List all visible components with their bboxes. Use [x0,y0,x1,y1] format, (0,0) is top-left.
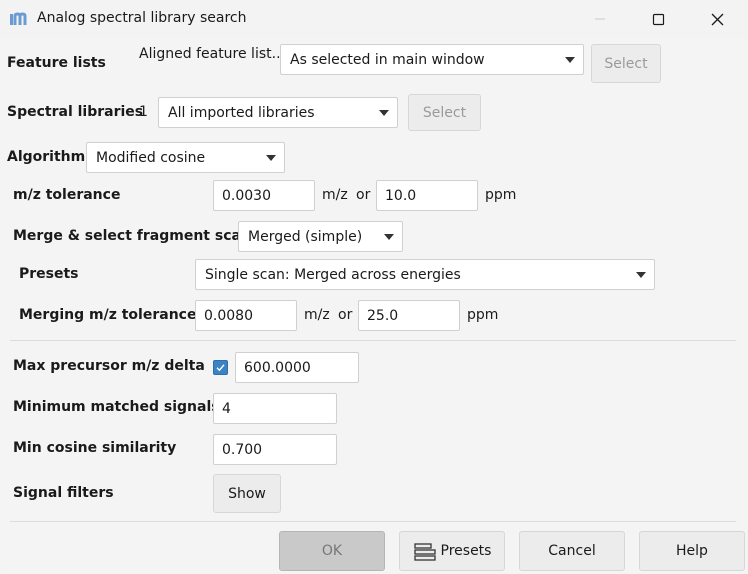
app-logo-icon [9,9,31,29]
chevron-down-icon [384,233,394,240]
merge-fragment-scans-label: Merge & select fragment scans [13,228,260,244]
ok-button[interactable]: OK [279,531,385,571]
presets-list-icon [413,543,436,561]
presets-label: Presets [19,266,79,282]
merging-ppm-field[interactable]: 25.0 [358,300,460,331]
spectral-libraries-count: 1 [139,104,148,120]
chevron-down-icon [379,109,389,116]
algorithm-combo-value: Modified cosine [96,149,206,166]
min-matched-signals-field[interactable]: 4 [213,393,337,424]
close-icon [711,13,723,25]
maximize-button[interactable] [635,0,681,38]
help-button[interactable]: Help [639,531,745,571]
presets-button-label: Presets [440,543,492,559]
spectral-libraries-combo-value: All imported libraries [168,104,315,121]
spectral-libraries-label: Spectral libraries [7,104,144,120]
max-precursor-label: Max precursor m/z delta [13,358,205,374]
section-divider [10,340,736,341]
merging-mz-tolerance-label: Merging m/z tolerance [19,307,197,323]
feature-lists-label: Feature lists [7,55,106,71]
min-cosine-field[interactable]: 0.700 [213,434,337,465]
minimize-icon [595,18,605,20]
algorithm-label: Algorithm [7,149,86,165]
cancel-button[interactable]: Cancel [519,531,625,571]
feature-lists-combo[interactable]: As selected in main window [280,44,584,75]
merging-mz-field[interactable]: 0.0080 [195,300,297,331]
close-button[interactable] [694,0,740,38]
merging-ppm-unit-label: ppm [467,307,499,323]
aligned-feature-list-label: Aligned feature list... [139,46,285,62]
presets-combo-value: Single scan: Merged across energies [205,266,461,283]
feature-lists-combo-value: As selected in main window [290,51,485,68]
chevron-down-icon [266,154,276,161]
max-precursor-checkbox[interactable] [213,360,228,375]
signal-filters-show-button[interactable]: Show [213,474,281,513]
presets-combo[interactable]: Single scan: Merged across energies [195,259,655,290]
min-matched-signals-label: Minimum matched signals [13,399,220,415]
chevron-down-icon [636,271,646,278]
spectral-libraries-combo[interactable]: All imported libraries [158,97,398,128]
title-bar: Analog spectral library search [0,0,748,38]
merging-or-label: or [338,307,353,323]
algorithm-combo[interactable]: Modified cosine [86,142,285,173]
window-title: Analog spectral library search [37,10,247,26]
or-label: or [356,187,371,203]
mz-unit-label: m/z [322,187,348,203]
checkmark-icon [216,364,225,372]
presets-button[interactable]: Presets [399,531,505,571]
mz-tolerance-field[interactable]: 0.0030 [213,180,315,211]
maximize-icon [652,13,664,25]
ppm-unit-label: ppm [485,187,517,203]
signal-filters-label: Signal filters [13,485,114,501]
minimize-button[interactable] [577,0,623,38]
merge-combo-value: Merged (simple) [248,228,363,245]
spectral-libraries-select-button[interactable]: Select [408,94,481,131]
merge-fragment-scans-combo[interactable]: Merged (simple) [238,221,403,252]
merging-mz-unit-label: m/z [304,307,330,323]
ppm-tolerance-field[interactable]: 10.0 [376,180,478,211]
mz-tolerance-label: m/z tolerance [13,187,121,203]
min-cosine-label: Min cosine similarity [13,440,177,456]
chevron-down-icon [565,56,575,63]
max-precursor-field[interactable]: 600.0000 [235,352,359,383]
footer-divider [10,521,736,522]
feature-lists-select-button[interactable]: Select [591,44,661,83]
